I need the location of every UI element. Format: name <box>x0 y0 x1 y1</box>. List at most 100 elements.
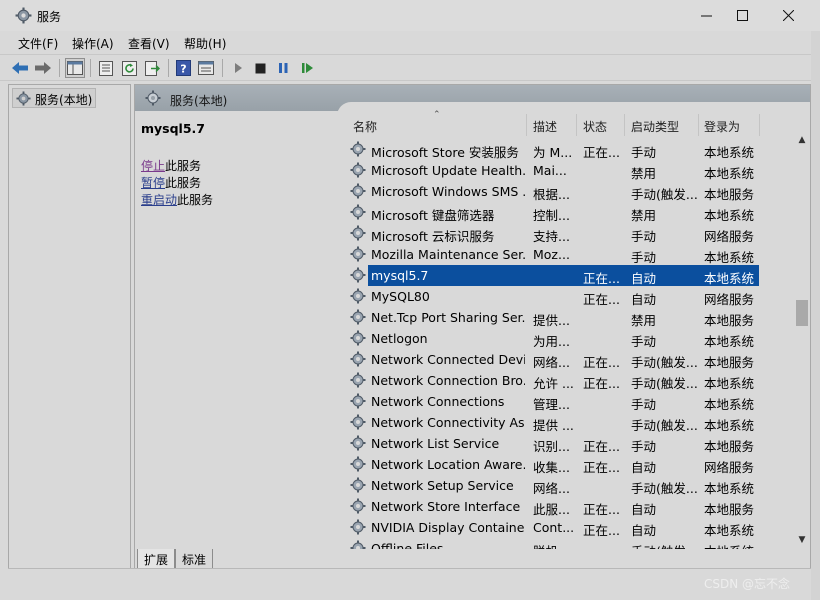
service-name: Microsoft 键盘筛选器 <box>371 208 495 223</box>
table-row-selected[interactable]: mysql5.7 正在... 自动 本地系统 <box>337 265 793 286</box>
view-button[interactable] <box>196 58 216 78</box>
table-row[interactable]: Network Connections 管理... 手动 本地系统 <box>337 391 793 412</box>
tab-standard[interactable]: 标准 <box>175 549 214 569</box>
close-button[interactable] <box>765 0 811 31</box>
service-startup-type: 手动(触发... <box>631 481 697 496</box>
menu-view[interactable]: 查看(V) <box>128 35 170 52</box>
help-button[interactable]: ? <box>173 58 193 78</box>
action-suffix: 此服务 <box>165 176 202 190</box>
console-tree-button[interactable] <box>65 58 85 78</box>
table-row[interactable]: Network List Service 识别... 正在... 手动 本地服务 <box>337 433 793 454</box>
service-status: 正在... <box>583 355 620 370</box>
refresh-icon <box>121 60 137 76</box>
export-list-button[interactable] <box>142 58 162 78</box>
table-row[interactable]: Microsoft Update Health... Mai... 禁用 本地系统 <box>337 160 793 181</box>
menu-action[interactable]: 操作(A) <box>72 35 114 52</box>
watermark: CSDN @忘不念 <box>704 577 791 591</box>
stop-service-button[interactable] <box>250 58 270 78</box>
service-startup-type: 手动 <box>631 229 657 244</box>
service-description: 允许 ... <box>533 376 573 391</box>
scrollbar-thumb[interactable] <box>796 300 808 326</box>
services-gear-icon <box>145 90 161 106</box>
svg-text:?: ? <box>180 63 186 76</box>
column-divider[interactable] <box>526 114 527 136</box>
column-divider[interactable] <box>698 114 699 136</box>
service-logon-as: 网络服务 <box>704 229 755 244</box>
service-startup-type: 手动 <box>631 145 657 160</box>
pause-service-link[interactable]: 暂停 <box>141 176 165 190</box>
pause-service-button[interactable] <box>273 58 293 78</box>
menu-file[interactable]: 文件(F) <box>18 35 58 52</box>
services-gear-icon <box>16 91 31 106</box>
column-status[interactable]: 状态 <box>583 118 607 135</box>
table-row[interactable]: Network Connected Devi... 网络... 正在... 手动(触发… <box>337 349 793 370</box>
status-bar <box>8 568 811 590</box>
services-gear-icon <box>15 7 32 24</box>
table-row[interactable]: NVIDIA Display Containe... Cont... 正在... 自动… <box>337 517 793 538</box>
forward-button[interactable] <box>33 58 53 78</box>
scroll-up-icon[interactable]: ▲ <box>794 132 810 148</box>
table-row[interactable]: Network Setup Service 网络... 手动(触发... 本地系统 <box>337 475 793 496</box>
service-logon-as: 本地系统 <box>704 166 755 181</box>
sort-ascending-icon: ⌃ <box>433 110 441 120</box>
vertical-scrollbar[interactable]: ▲ ▼ <box>794 132 810 549</box>
service-gear-icon <box>350 204 366 220</box>
menu-help[interactable]: 帮助(H) <box>184 35 226 52</box>
service-status: 正在... <box>583 460 620 475</box>
refresh-button[interactable] <box>119 58 139 78</box>
maximize-icon <box>736 10 748 21</box>
table-row[interactable]: Microsoft 云标识服务 支持... 手动 网络服务 <box>337 223 793 244</box>
service-name: Offline Files <box>371 541 444 549</box>
service-description: 支持... <box>533 229 570 244</box>
service-name: Microsoft Windows SMS ... <box>371 184 525 199</box>
service-gear-icon <box>350 477 366 493</box>
service-description: 提供 ... <box>533 418 573 433</box>
service-name: MySQL80 <box>371 289 430 304</box>
action-suffix: 此服务 <box>165 159 202 173</box>
table-row[interactable]: Netlogon 为用... 手动 本地系统 <box>337 328 793 349</box>
table-row[interactable]: MySQL80 正在... 自动 网络服务 <box>337 286 793 307</box>
table-row[interactable]: Network Connection Bro... 允许 ... 正在... 手动(触… <box>337 370 793 391</box>
column-startup-type[interactable]: 启动类型 <box>631 118 679 135</box>
resume-service-button[interactable] <box>297 58 317 78</box>
maximize-button[interactable] <box>719 0 765 31</box>
service-description: 收集... <box>533 460 570 475</box>
table-row[interactable]: Microsoft 键盘筛选器 控制... 禁用 本地系统 <box>337 202 793 223</box>
service-status: 正在... <box>583 523 620 538</box>
column-description[interactable]: 描述 <box>533 118 557 135</box>
scroll-down-icon[interactable]: ▼ <box>794 532 810 548</box>
stop-service-link[interactable]: 停止 <box>141 159 165 173</box>
service-startup-type: 手动 <box>631 397 657 412</box>
column-logon-as[interactable]: 登录为 <box>704 118 740 135</box>
service-gear-icon <box>350 372 366 388</box>
table-row[interactable]: Network Connectivity Ass... 提供 ... 手动(触发..… <box>337 412 793 433</box>
start-service-button[interactable] <box>228 58 248 78</box>
tab-extended[interactable]: 扩展 <box>137 549 176 569</box>
service-gear-icon <box>350 246 366 262</box>
restart-service-link[interactable]: 重启动 <box>141 193 177 207</box>
export-icon <box>144 60 160 76</box>
tree-node-services-local[interactable]: 服务(本地) <box>12 88 96 108</box>
table-row[interactable]: Mozilla Maintenance Ser... Moz... 手动 本地系统 <box>337 244 793 265</box>
tree-node-label: 服务(本地) <box>35 93 93 107</box>
service-logon-as: 网络服务 <box>704 292 755 307</box>
service-logon-as: 本地系统 <box>704 523 755 538</box>
column-divider[interactable] <box>759 114 760 136</box>
table-row[interactable]: Microsoft Store 安装服务为 M... 正在... 手动 本地系统 <box>337 139 793 160</box>
pane-title: 服务(本地) <box>170 94 228 108</box>
properties-button[interactable] <box>96 58 116 78</box>
column-divider[interactable] <box>576 114 577 136</box>
column-name[interactable]: 名称 <box>353 118 377 135</box>
back-button[interactable] <box>10 58 30 78</box>
service-logon-as: 本地系统 <box>704 397 755 412</box>
table-row[interactable]: Network Location Aware... 收集... 正在... 自动 网络服… <box>337 454 793 475</box>
service-gear-icon <box>350 414 366 430</box>
table-row[interactable]: Network Store Interface ... 此服... 正在... 自动 本… <box>337 496 793 517</box>
table-row[interactable]: Microsoft Windows SMS ... 根据... 手动(触发... 本地… <box>337 181 793 202</box>
service-description: 识别... <box>533 439 570 454</box>
toolbar-separator <box>59 59 60 77</box>
table-row[interactable]: Net.Tcp Port Sharing Ser... 提供... 禁用 本地服务 <box>337 307 793 328</box>
service-logon-as: 本地系统 <box>704 376 755 391</box>
column-divider[interactable] <box>624 114 625 136</box>
table-row[interactable]: Offline Files 脱机... 手动(触发... 本地系统 <box>337 538 793 549</box>
